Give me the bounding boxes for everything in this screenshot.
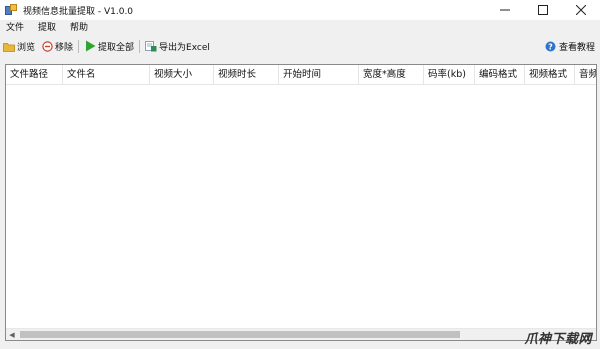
app-window: 视频信息批量提取 - V1.0.0 文件 提取 帮助 浏览 移除 提取全部 导出… bbox=[0, 0, 600, 349]
app-icon bbox=[5, 4, 17, 16]
extract-all-label: 提取全部 bbox=[98, 42, 135, 53]
minimize-button[interactable] bbox=[486, 0, 524, 20]
horizontal-scrollbar[interactable]: ◀ ▶ bbox=[6, 328, 596, 340]
help-icon: ? bbox=[545, 40, 557, 52]
extract-all-button[interactable]: 提取全部 bbox=[81, 37, 137, 55]
column-header-file-path[interactable]: 文件路径 bbox=[6, 65, 63, 84]
title-bar: 视频信息批量提取 - V1.0.0 bbox=[0, 0, 600, 20]
remove-label: 移除 bbox=[55, 42, 74, 53]
export-icon bbox=[145, 40, 157, 52]
menu-extract[interactable]: 提取 bbox=[31, 20, 63, 36]
watermark-logo: 爪神下载网 bbox=[524, 332, 592, 347]
window-title: 视频信息批量提取 - V1.0.0 bbox=[23, 6, 134, 17]
play-icon bbox=[84, 40, 96, 52]
column-header-video-size[interactable]: 视频大小 bbox=[150, 65, 214, 84]
minimize-icon bbox=[500, 9, 510, 11]
column-header-duration[interactable]: 视频时长 bbox=[214, 65, 279, 84]
window-controls bbox=[486, 0, 600, 20]
table-header: 文件路径 文件名 视频大小 视频时长 开始时间 宽度*高度 码率(kb) 编码格… bbox=[6, 65, 596, 85]
column-header-file-name[interactable]: 文件名 bbox=[63, 65, 150, 84]
column-header-video-format[interactable]: 视频格式 bbox=[525, 65, 575, 84]
svg-text:?: ? bbox=[549, 42, 554, 51]
tutorial-label: 查看教程 bbox=[558, 42, 595, 53]
folder-icon bbox=[3, 40, 15, 52]
menu-bar: 文件 提取 帮助 bbox=[0, 20, 600, 36]
video-info-table[interactable]: 文件路径 文件名 视频大小 视频时长 开始时间 宽度*高度 码率(kb) 编码格… bbox=[5, 64, 597, 341]
maximize-button[interactable] bbox=[524, 0, 562, 20]
column-header-resolution[interactable]: 宽度*高度 bbox=[359, 65, 424, 84]
remove-button[interactable]: 移除 bbox=[38, 37, 76, 55]
remove-icon bbox=[41, 40, 53, 52]
export-label: 导出为Excel bbox=[159, 42, 210, 53]
column-header-bitrate[interactable]: 码率(kb) bbox=[424, 65, 475, 84]
export-excel-button[interactable]: 导出为Excel bbox=[142, 37, 213, 55]
toolbar-separator bbox=[139, 39, 141, 53]
toolbar: 浏览 移除 提取全部 导出为Excel ? 查看教程 bbox=[0, 37, 600, 55]
column-header-start-time[interactable]: 开始时间 bbox=[279, 65, 359, 84]
toolbar-separator bbox=[78, 39, 80, 53]
browse-button[interactable]: 浏览 bbox=[0, 37, 38, 55]
scrollbar-thumb[interactable] bbox=[20, 331, 460, 338]
menu-help[interactable]: 帮助 bbox=[63, 20, 95, 36]
menu-file[interactable]: 文件 bbox=[0, 20, 31, 36]
column-header-audio[interactable]: 音频 bbox=[575, 65, 596, 84]
close-icon bbox=[576, 5, 586, 15]
column-header-codec[interactable]: 编码格式 bbox=[475, 65, 525, 84]
maximize-icon bbox=[538, 5, 548, 15]
tutorial-button[interactable]: ? 查看教程 bbox=[542, 37, 598, 55]
scroll-left-arrow-icon[interactable]: ◀ bbox=[6, 329, 18, 340]
browse-label: 浏览 bbox=[17, 42, 36, 53]
close-button[interactable] bbox=[562, 0, 600, 20]
